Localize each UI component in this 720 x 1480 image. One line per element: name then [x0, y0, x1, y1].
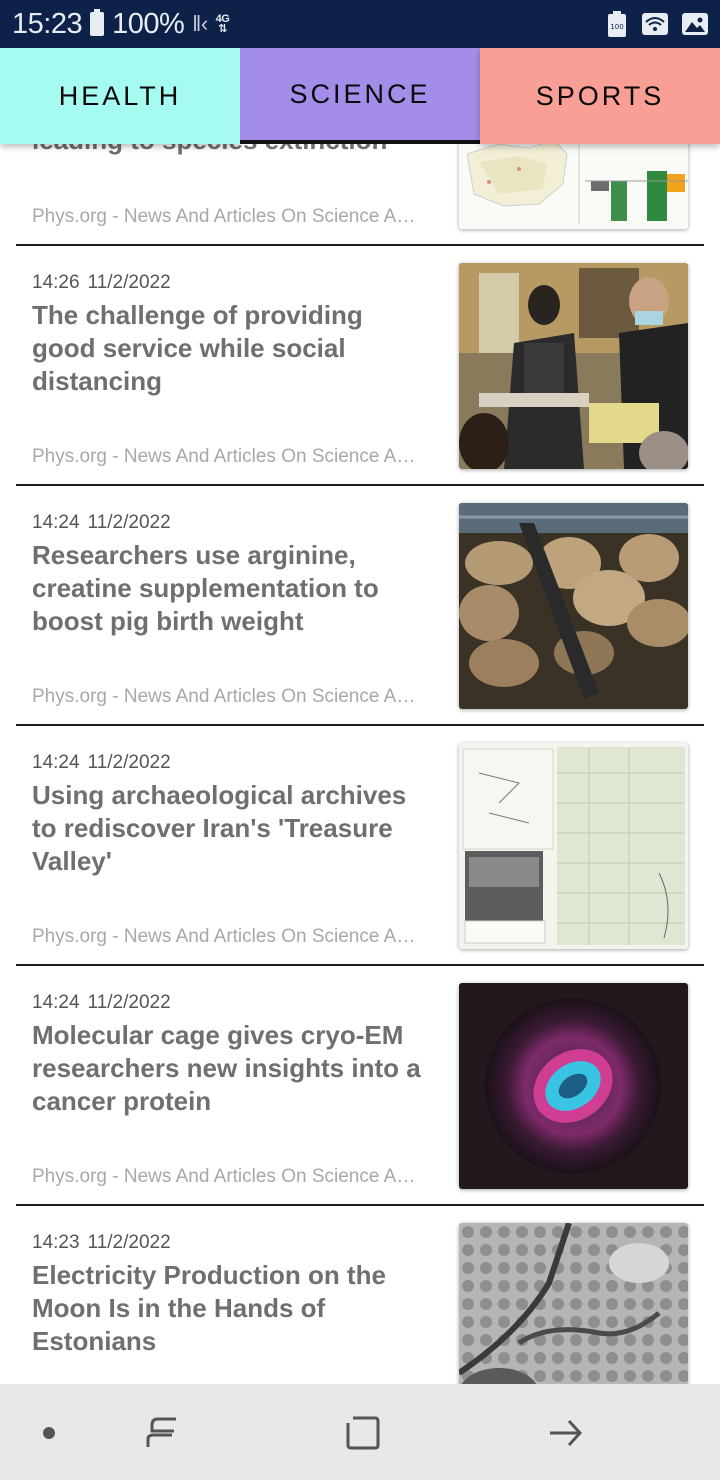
article-timestamp: 14:23 11/2/2022 — [32, 1232, 171, 1254]
article-timestamp: 14:24 11/2/2022 — [32, 752, 171, 774]
clock: 15:23 — [12, 7, 83, 40]
article-timestamp: 14:26 11/2/2022 — [32, 272, 171, 294]
moon-surface-image — [459, 1223, 688, 1384]
wifi-icon — [642, 11, 668, 37]
status-bar: 15:23 100% ‖‹ 4G ⇅ 100 — [0, 0, 720, 48]
svg-text:100: 100 — [610, 23, 623, 31]
article-card[interactable]: 14:26 11/2/2022 The challenge of providin… — [16, 246, 704, 486]
article-date: 11/2/2022 — [87, 1232, 171, 1253]
tab-health[interactable]: HEALTH — [0, 48, 240, 144]
article-title: Researchers use arginine, creatine suppl… — [32, 540, 379, 636]
image-icon — [682, 11, 708, 37]
article-source: Phys.org - News And Articles On Science … — [32, 1166, 416, 1187]
article-source: Phys.org - News And Articles On Science … — [32, 686, 416, 707]
tab-sports-label: SPORTS — [535, 80, 665, 111]
article-date: 11/2/2022 — [87, 512, 171, 533]
cryo-em-image — [459, 983, 688, 1189]
article-title: Using archaeological archives to redisco… — [32, 780, 407, 876]
article-title: The challenge of providing good service … — [32, 300, 363, 396]
article-date: 11/2/2022 — [87, 272, 171, 293]
article-time: 14:23 — [32, 1232, 80, 1253]
recents-icon[interactable] — [137, 1408, 187, 1458]
network-type: 4G — [215, 13, 230, 25]
article-timestamp: 14:24 11/2/2022 — [32, 992, 171, 1014]
signal-icon: ‖‹ — [192, 11, 208, 36]
article-date: 11/2/2022 — [87, 992, 171, 1013]
article-card[interactable]: 14:23 11/2/2022 Electricity Production on… — [16, 1206, 704, 1384]
pigs-image — [459, 503, 688, 709]
article-source: Phys.org - News And Articles On Science … — [32, 926, 416, 947]
archive-documents-image — [459, 743, 688, 949]
article-feed[interactable]: leading to species extinction Phys.org -… — [0, 0, 720, 1384]
tab-sports[interactable]: SPORTS — [480, 48, 720, 144]
dot-icon[interactable] — [24, 1408, 74, 1458]
article-card[interactable]: 14:24 11/2/2022 Using archaeological arch… — [16, 726, 704, 966]
article-source: Phys.org - News And Articles On Science … — [32, 446, 416, 467]
article-time: 14:24 — [32, 752, 80, 773]
navigation-bar — [0, 1384, 720, 1480]
article-time: 14:26 — [32, 272, 80, 293]
tab-science-label: SCIENCE — [289, 78, 431, 109]
article-date: 11/2/2022 — [87, 752, 171, 773]
article-card[interactable]: 14:24 11/2/2022 Molecular cage gives cryo… — [16, 966, 704, 1206]
category-tab-bar: HEALTH SCIENCE SPORTS — [0, 48, 720, 144]
battery-saver-icon: 100 — [606, 11, 628, 37]
waiters-image — [459, 263, 688, 469]
tab-health-label: HEALTH — [58, 80, 182, 111]
article-source: Phys.org - News And Articles On Science … — [32, 206, 416, 227]
back-icon[interactable] — [540, 1408, 590, 1458]
article-timestamp: 14:24 11/2/2022 — [32, 512, 171, 534]
network-type-icon: 4G ⇅ — [215, 13, 230, 35]
battery-icon — [90, 9, 105, 36]
article-title: Molecular cage gives cryo-EM researchers… — [32, 1020, 421, 1116]
home-icon[interactable] — [338, 1408, 388, 1458]
article-time: 14:24 — [32, 512, 80, 533]
tab-science[interactable]: SCIENCE — [240, 48, 480, 144]
article-card[interactable]: 14:24 11/2/2022 Researchers use arginine,… — [16, 486, 704, 726]
battery-percentage: 100% — [112, 7, 185, 40]
article-title: Electricity Production on the Moon Is in… — [32, 1260, 386, 1356]
article-time: 14:24 — [32, 992, 80, 1013]
